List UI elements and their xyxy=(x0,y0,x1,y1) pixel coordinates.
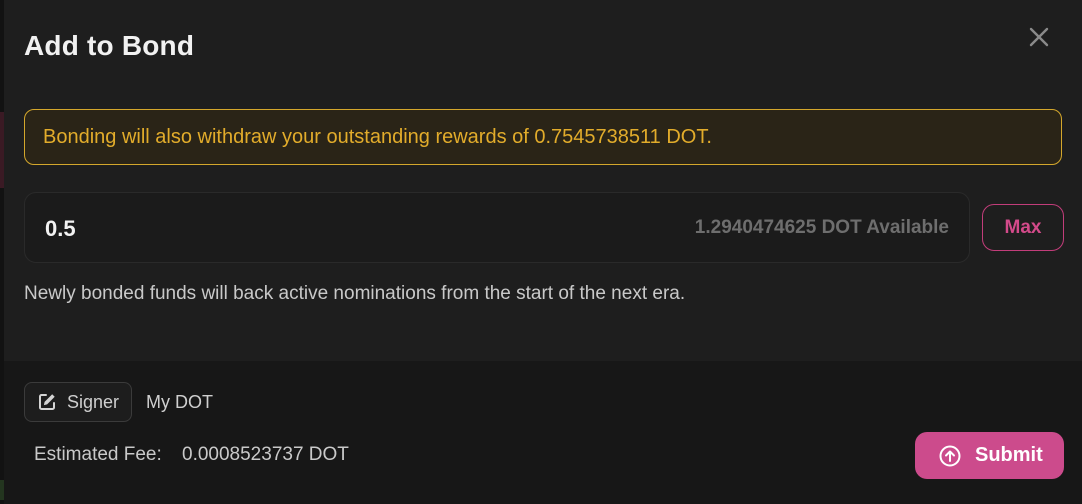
warning-text: Bonding will also withdraw your outstand… xyxy=(43,125,712,148)
bond-amount-input[interactable] xyxy=(45,213,545,245)
add-to-bond-modal: Add to Bond Bonding will also withdraw y… xyxy=(4,0,1082,504)
available-balance: 1.2940474625 DOT Available xyxy=(694,217,949,238)
signer-account: My DOT xyxy=(146,392,213,412)
bond-note: Newly bonded funds will back active nomi… xyxy=(24,283,686,304)
submit-label: Submit xyxy=(975,444,1043,466)
estimated-fee-value: 0.0008523737 DOT xyxy=(182,444,349,465)
modal-footer: Signer My DOT Estimated Fee: 0.000852373… xyxy=(4,361,1082,504)
close-icon xyxy=(1028,26,1050,48)
arrow-up-circle-icon xyxy=(939,445,961,467)
submit-button[interactable]: Submit xyxy=(915,432,1064,479)
edit-icon xyxy=(37,392,57,412)
signer-label: Signer xyxy=(67,391,120,412)
signer-button[interactable]: Signer xyxy=(24,382,132,422)
rewards-warning: Bonding will also withdraw your outstand… xyxy=(24,109,1062,165)
modal-title: Add to Bond xyxy=(24,30,195,61)
close-button[interactable] xyxy=(1024,22,1054,52)
max-button[interactable]: Max xyxy=(982,204,1064,251)
estimated-fee-label: Estimated Fee: xyxy=(34,444,162,465)
bond-amount-box: 1.2940474625 DOT Available xyxy=(24,192,970,263)
